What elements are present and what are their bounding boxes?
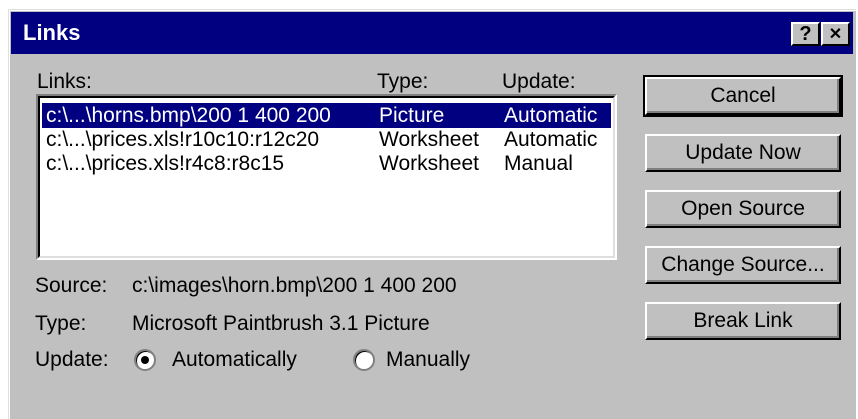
help-button[interactable]: ? — [791, 22, 820, 46]
list-item[interactable]: c:\...\horns.bmp\200 1 400 200 Picture A… — [42, 103, 611, 128]
manual-radio[interactable] — [353, 349, 375, 371]
link-update: Automatic — [504, 104, 598, 127]
type-label: Type: — [35, 312, 87, 335]
open-source-button[interactable]: Open Source — [645, 190, 841, 228]
window-title: Links — [23, 20, 81, 45]
link-path: c:\...\prices.xls!r10c10:r12c20 — [46, 128, 320, 151]
link-update: Manual — [504, 152, 573, 175]
update-now-button[interactable]: Update Now — [645, 134, 841, 172]
list-item[interactable]: c:\...\prices.xls!r10c10:r12c20 Workshee… — [42, 127, 611, 152]
link-update: Automatic — [504, 128, 598, 151]
link-path: c:\...\horns.bmp\200 1 400 200 — [46, 104, 331, 127]
link-type: Picture — [379, 104, 445, 127]
links-list[interactable]: c:\...\horns.bmp\200 1 400 200 Picture A… — [36, 94, 617, 260]
help-icon: ? — [799, 22, 812, 45]
break-link-button[interactable]: Break Link — [645, 302, 841, 340]
close-icon: ✕ — [828, 26, 843, 43]
source-label: Source: — [35, 274, 108, 297]
close-button[interactable]: ✕ — [821, 22, 850, 46]
manual-radio-label[interactable]: Manually — [386, 348, 470, 372]
link-type: Worksheet — [379, 128, 479, 151]
update-column-header: Update: — [502, 70, 576, 93]
title-bar[interactable]: Links ? ✕ — [11, 12, 853, 54]
radio-selected-dot — [141, 356, 149, 364]
automatic-radio-label[interactable]: Automatically — [172, 348, 297, 372]
automatic-radio[interactable] — [134, 349, 156, 371]
list-item[interactable]: c:\...\prices.xls!r4c8:r8c15 Worksheet M… — [42, 151, 611, 176]
links-column-header: Links: — [37, 70, 92, 93]
link-path: c:\...\prices.xls!r4c8:r8c15 — [46, 152, 285, 175]
source-value: c:\images\horn.bmp\200 1 400 200 — [132, 274, 457, 297]
link-type: Worksheet — [379, 152, 479, 175]
update-label: Update: — [35, 348, 109, 371]
change-source-button[interactable]: Change Source... — [645, 246, 841, 284]
type-column-header: Type: — [377, 70, 429, 93]
type-value: Microsoft Paintbrush 3.1 Picture — [132, 312, 430, 335]
links-dialog: Links ? ✕ Links: Type: Update: c:\...\ho… — [8, 9, 856, 419]
cancel-button[interactable]: Cancel — [643, 75, 843, 117]
